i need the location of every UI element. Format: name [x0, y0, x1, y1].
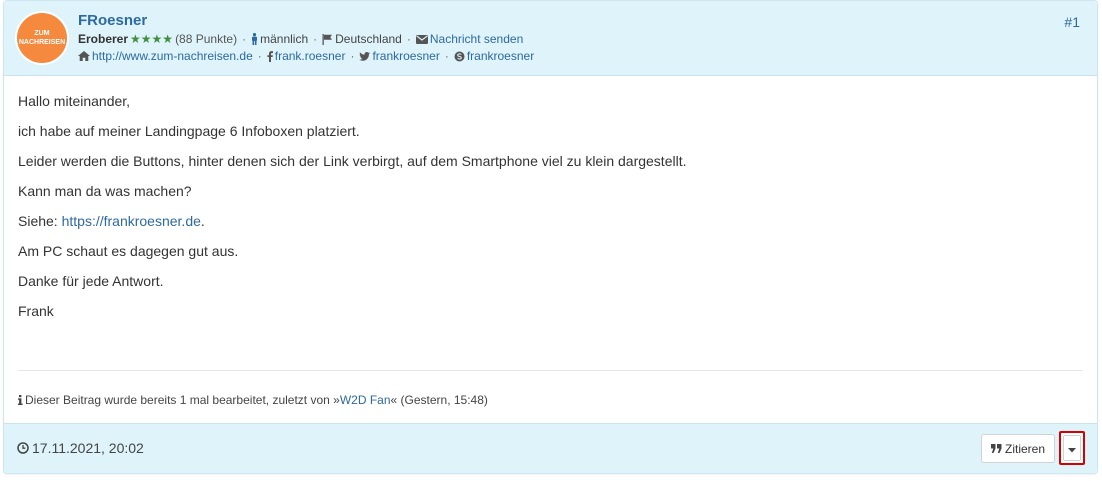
info-icon [18, 395, 23, 405]
avatar-text-line1: ZUM [34, 30, 50, 37]
rank-stars: ★★★★ [130, 32, 174, 46]
post-text-line: Kann man da was machen? [18, 183, 192, 199]
frankroesner-link[interactable]: https://frankroesner.de [62, 213, 201, 229]
twitter-icon [359, 51, 371, 61]
post-header: ZUM NACHREISEN FRoesner #1 Eroberer ★★★★… [4, 1, 1097, 76]
clock-icon [17, 442, 29, 454]
edit-note-suffix: « (Gestern, 15:48) [390, 393, 488, 407]
separator: · [242, 32, 247, 46]
home-icon [78, 51, 90, 61]
post-number-link[interactable]: #1 [1064, 14, 1080, 30]
send-message-link[interactable]: Nachricht senden [430, 32, 523, 46]
quote-icon [990, 444, 1002, 453]
username-link[interactable]: FRoesner [78, 12, 147, 29]
dropdown-inner [1063, 435, 1081, 461]
author-meta-line-2: http://www.zum-nachreisen.de · frank.roe… [78, 49, 534, 63]
separator: · [313, 32, 318, 46]
separator: · [350, 49, 355, 63]
skype-icon [454, 51, 465, 62]
post-options-dropdown-button[interactable] [1059, 431, 1085, 465]
edit-note-prefix: Dieser Beitrag wurde bereits 1 mal bearb… [25, 393, 340, 407]
quote-button[interactable]: Zitieren [981, 434, 1055, 463]
separator: · [257, 49, 262, 63]
avatar-text-line2: NACHREISEN [18, 39, 66, 46]
caret-down-icon [1068, 441, 1076, 456]
see-prefix: Siehe: [18, 213, 62, 229]
user-points: (88 Punkte) [175, 32, 238, 46]
edit-note: Dieser Beitrag wurde bereits 1 mal bearb… [18, 393, 488, 407]
post-footer: 17.11.2021, 20:02 Zitieren [4, 423, 1097, 473]
avatar[interactable]: ZUM NACHREISEN [17, 13, 67, 63]
post-text-line: Danke für jede Antwort. [18, 273, 164, 289]
user-country: Deutschland [335, 32, 402, 46]
post-text-line: Am PC schaut es dagegen gut aus. [18, 243, 239, 259]
post-text-see-line: Siehe: https://frankroesner.de. [18, 213, 1088, 243]
post-date-text: 17.11.2021, 20:02 [32, 440, 144, 456]
see-suffix: . [200, 213, 205, 229]
post-text-line: Leider werden die Buttons, hinter denen … [18, 153, 687, 169]
author-meta-line-1: Eroberer ★★★★ (88 Punkte) · männlich · D… [78, 32, 523, 46]
separator: · [406, 32, 411, 46]
facebook-link[interactable]: frank.roesner [275, 49, 346, 63]
editor-link[interactable]: W2D Fan [340, 393, 391, 407]
website-link[interactable]: http://www.zum-nachreisen.de [92, 49, 253, 63]
separator: · [444, 49, 449, 63]
post-body: Hallo miteinander, ich habe auf meiner L… [18, 93, 1088, 333]
body-divider [18, 370, 1083, 371]
post: ZUM NACHREISEN FRoesner #1 Eroberer ★★★★… [3, 0, 1098, 474]
male-icon [251, 33, 258, 45]
flag-icon [322, 33, 333, 45]
post-text-greeting: Hallo miteinander, [18, 93, 131, 109]
user-gender: männlich [260, 32, 309, 46]
user-rank: Eroberer [78, 32, 129, 46]
quote-button-label: Zitieren [1004, 441, 1045, 456]
facebook-icon [267, 50, 273, 62]
post-text-line: ich habe auf meiner Landingpage 6 Infobo… [18, 123, 360, 139]
skype-link[interactable]: frankroesner [467, 49, 534, 63]
post-signature: Frank [18, 303, 54, 319]
envelope-icon [415, 34, 428, 44]
twitter-link[interactable]: frankroesner [372, 49, 439, 63]
post-date: 17.11.2021, 20:02 [17, 440, 144, 456]
